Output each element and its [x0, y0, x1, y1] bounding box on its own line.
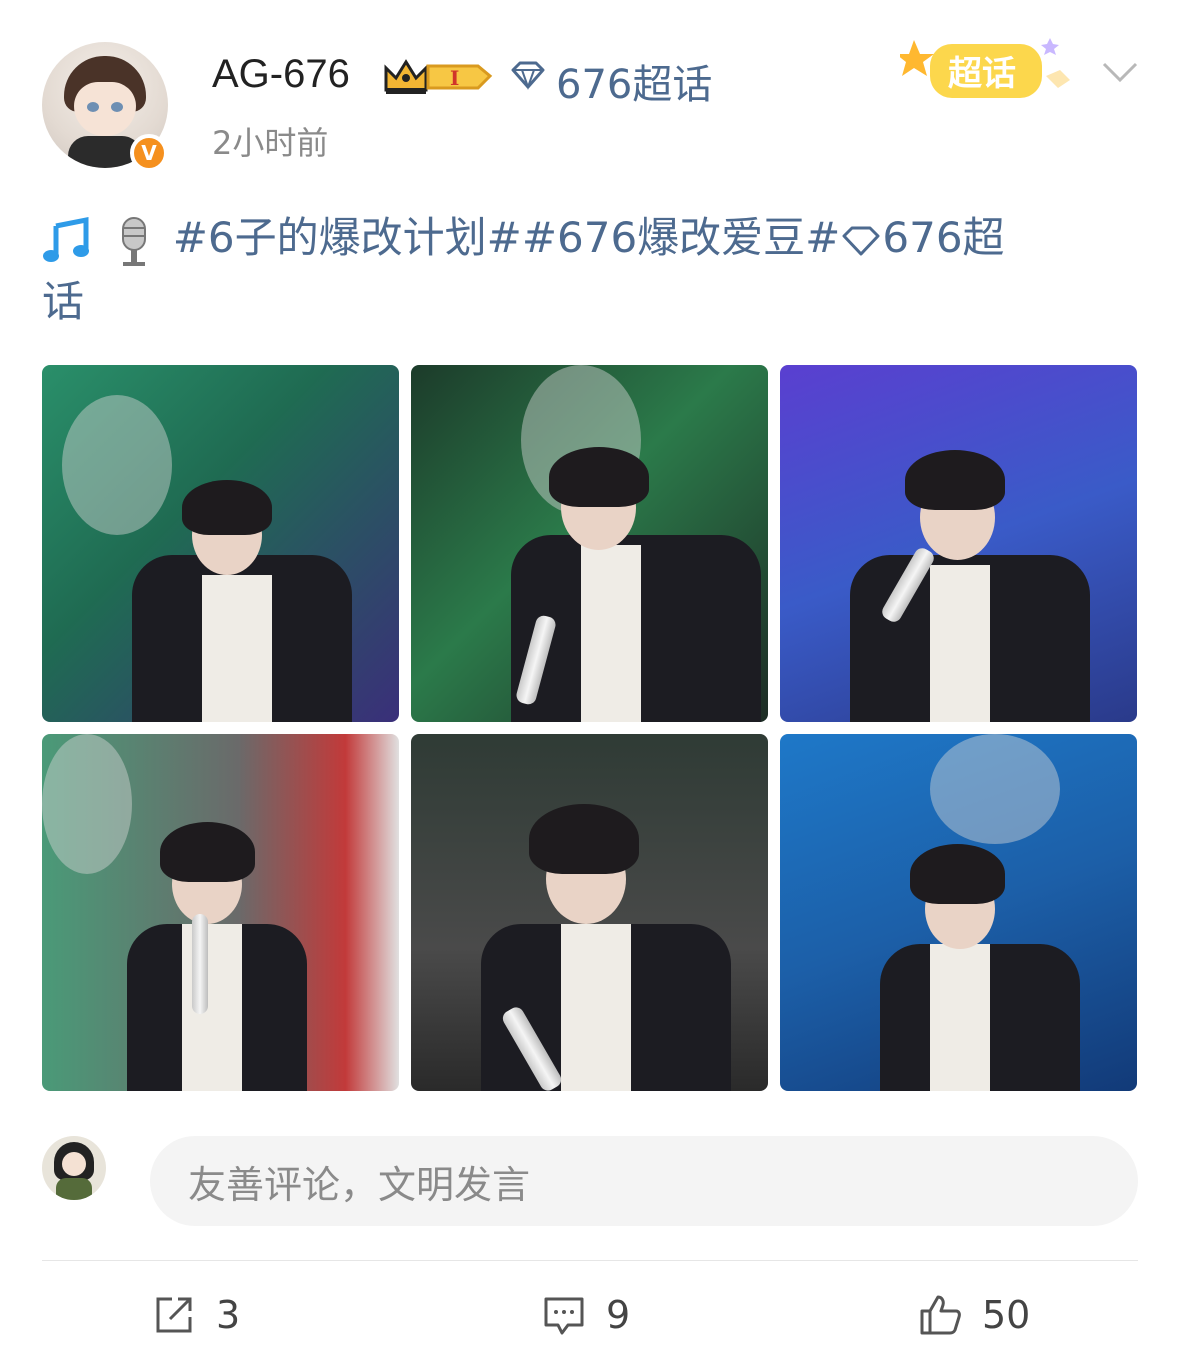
divider: [42, 1260, 1138, 1261]
comment-row: 友善评论，文明发言: [42, 1136, 1138, 1226]
comment-button[interactable]: 9: [542, 1280, 630, 1350]
crown-level-icon: I: [384, 59, 493, 94]
hashtag-link[interactable]: #676爆改爱豆#: [522, 213, 841, 262]
microphone-icon: [122, 216, 147, 266]
music-note-icon: [43, 216, 89, 262]
chevron-down-icon[interactable]: [1100, 56, 1140, 86]
photo-thumbnail[interactable]: [42, 365, 399, 722]
author-name[interactable]: AG-676: [212, 52, 350, 97]
post-header: V AG-676 I 676超话 2小时前 超话: [0, 0, 1179, 190]
share-icon: [156, 1297, 192, 1333]
share-count: 3: [216, 1293, 241, 1337]
photo-thumbnail[interactable]: [411, 734, 768, 1091]
like-button[interactable]: 50: [918, 1280, 1030, 1350]
topic-link-inline-end[interactable]: 话: [42, 277, 84, 326]
comment-icon: [544, 1297, 584, 1335]
comment-count: 9: [606, 1293, 631, 1337]
super-topic-badge[interactable]: 超话: [900, 30, 1080, 110]
photo-thumbnail[interactable]: [780, 365, 1137, 722]
photo-thumbnail[interactable]: [42, 734, 399, 1091]
share-button[interactable]: 3: [152, 1280, 240, 1350]
level-badge-text: I: [450, 66, 459, 90]
post-timestamp: 2小时前: [212, 124, 329, 162]
action-bar: 3 9 50: [0, 1280, 1179, 1350]
topic-link-inline[interactable]: 676超: [882, 213, 1004, 262]
post-content: #6子的爆改计划##676爆改爱豆# 676超 话: [42, 206, 1142, 334]
diamond-icon: [511, 61, 545, 90]
comment-input[interactable]: 友善评论，文明发言: [150, 1136, 1138, 1226]
photo-thumbnail[interactable]: [411, 365, 768, 722]
verified-badge: V: [130, 134, 168, 172]
thumbs-up-icon: [920, 1295, 961, 1335]
super-topic-badge-text: 超话: [948, 54, 1016, 94]
hashtag-link[interactable]: #6子的爆改计划#: [173, 213, 522, 262]
diamond-icon: [842, 226, 880, 255]
photo-thumbnail[interactable]: [780, 734, 1137, 1091]
like-count: 50: [982, 1293, 1031, 1337]
topic-link[interactable]: 676超话: [556, 52, 712, 110]
photo-grid: [42, 365, 1138, 1091]
current-user-avatar[interactable]: [42, 1136, 106, 1200]
